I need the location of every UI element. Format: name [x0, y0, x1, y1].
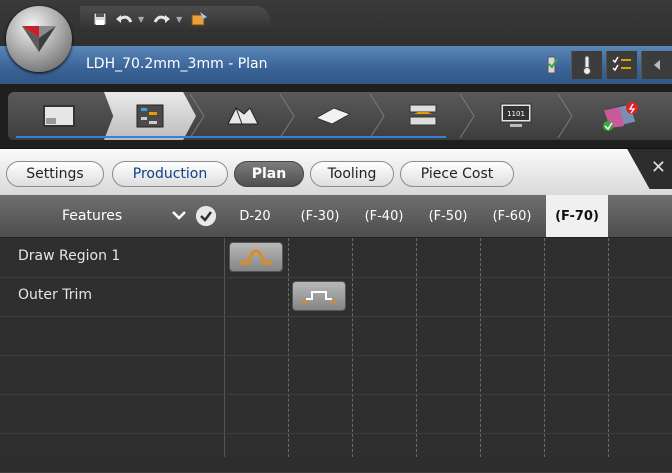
- chevron-down-icon[interactable]: [172, 209, 186, 221]
- part-icon: [43, 105, 75, 127]
- process-plan-icon: [136, 104, 164, 128]
- table-row[interactable]: Outer Trim: [0, 277, 672, 317]
- monitor-label: 1101: [507, 110, 525, 118]
- table-row[interactable]: Draw Region 1: [0, 238, 672, 278]
- document-tools: [537, 49, 672, 81]
- column-header-f70[interactable]: (F-70): [546, 195, 608, 237]
- tab-production[interactable]: Production: [112, 161, 228, 187]
- stage-monitor[interactable]: 1101: [468, 92, 564, 140]
- check-flag-icon[interactable]: [537, 51, 567, 79]
- operations-grid-header: Features D-20 (F-30) (F-40) (F-50) (F-60…: [0, 195, 672, 238]
- stage-tooling[interactable]: [380, 92, 466, 140]
- column-header-f50[interactable]: (F-50): [416, 195, 480, 237]
- column-header-f30[interactable]: (F-30): [288, 195, 352, 237]
- close-icon: ✕: [650, 157, 666, 178]
- table-row[interactable]: [0, 355, 672, 395]
- trim-operation-button[interactable]: [292, 281, 346, 311]
- application-menu-button[interactable]: [6, 6, 72, 72]
- stage-separator: [459, 93, 475, 139]
- stage-part[interactable]: [16, 92, 102, 140]
- trim-op-icon: [302, 291, 336, 303]
- table-row[interactable]: [0, 316, 672, 356]
- feature-label: Outer Trim: [18, 287, 92, 303]
- stage-formability[interactable]: [572, 92, 668, 140]
- customize-icon[interactable]: [190, 9, 210, 29]
- table-row[interactable]: [0, 433, 672, 473]
- thermometer-icon[interactable]: [571, 51, 602, 79]
- tooling-icon: [409, 104, 437, 126]
- feature-label: Draw Region 1: [18, 248, 121, 264]
- tab-tooling[interactable]: Tooling: [310, 161, 394, 187]
- stage-separator: [369, 93, 385, 139]
- title-bar: ▼ ▼ LDH_70.2mm_3mm - Plan: [0, 0, 672, 84]
- column-header-f40[interactable]: (F-40): [352, 195, 416, 237]
- stage-blank[interactable]: [290, 92, 376, 140]
- save-icon[interactable]: [90, 9, 110, 29]
- close-panel-button[interactable]: ✕: [627, 149, 672, 189]
- plan-tab-bar: Settings Production Plan Tooling Piece C…: [0, 148, 672, 195]
- table-row[interactable]: [0, 394, 672, 434]
- document-title: LDH_70.2mm_3mm - Plan: [86, 56, 268, 72]
- monitor-1101-icon: 1101: [500, 103, 532, 127]
- formability-result-icon: [603, 102, 638, 131]
- stage-separator: [189, 93, 205, 139]
- stage-die-face[interactable]: [200, 92, 286, 140]
- redo-dropdown-icon[interactable]: ▼: [176, 15, 182, 24]
- redo-icon[interactable]: [152, 9, 172, 29]
- app-logo-icon: [22, 26, 56, 52]
- stage-separator: [279, 93, 295, 139]
- active-stage-underline: [16, 136, 446, 138]
- tab-settings[interactable]: Settings: [6, 161, 104, 187]
- tab-plan[interactable]: Plan: [234, 161, 304, 187]
- column-header-f60[interactable]: (F-60): [480, 195, 544, 237]
- operations-grid: Draw Region 1 Outer Trim: [0, 238, 672, 473]
- stage-ribbon: 1101: [0, 84, 672, 148]
- die-face-icon: [227, 107, 259, 125]
- draw-operation-button[interactable]: [229, 242, 283, 272]
- draw-op-icon: [240, 249, 272, 265]
- blank-icon: [314, 107, 352, 125]
- collapse-left-icon[interactable]: [641, 51, 672, 79]
- stage-separator: [557, 93, 573, 139]
- undo-icon[interactable]: [114, 9, 134, 29]
- checklist-icon[interactable]: [606, 51, 637, 79]
- check-all-icon[interactable]: [196, 206, 216, 226]
- features-column-header[interactable]: Features: [0, 195, 192, 237]
- column-header-d20[interactable]: D-20: [226, 195, 284, 237]
- quick-access-toolbar: ▼ ▼: [80, 6, 270, 32]
- undo-dropdown-icon[interactable]: ▼: [138, 15, 144, 24]
- tab-piece-cost[interactable]: Piece Cost: [400, 161, 514, 187]
- stage-process-plan[interactable]: [104, 92, 196, 140]
